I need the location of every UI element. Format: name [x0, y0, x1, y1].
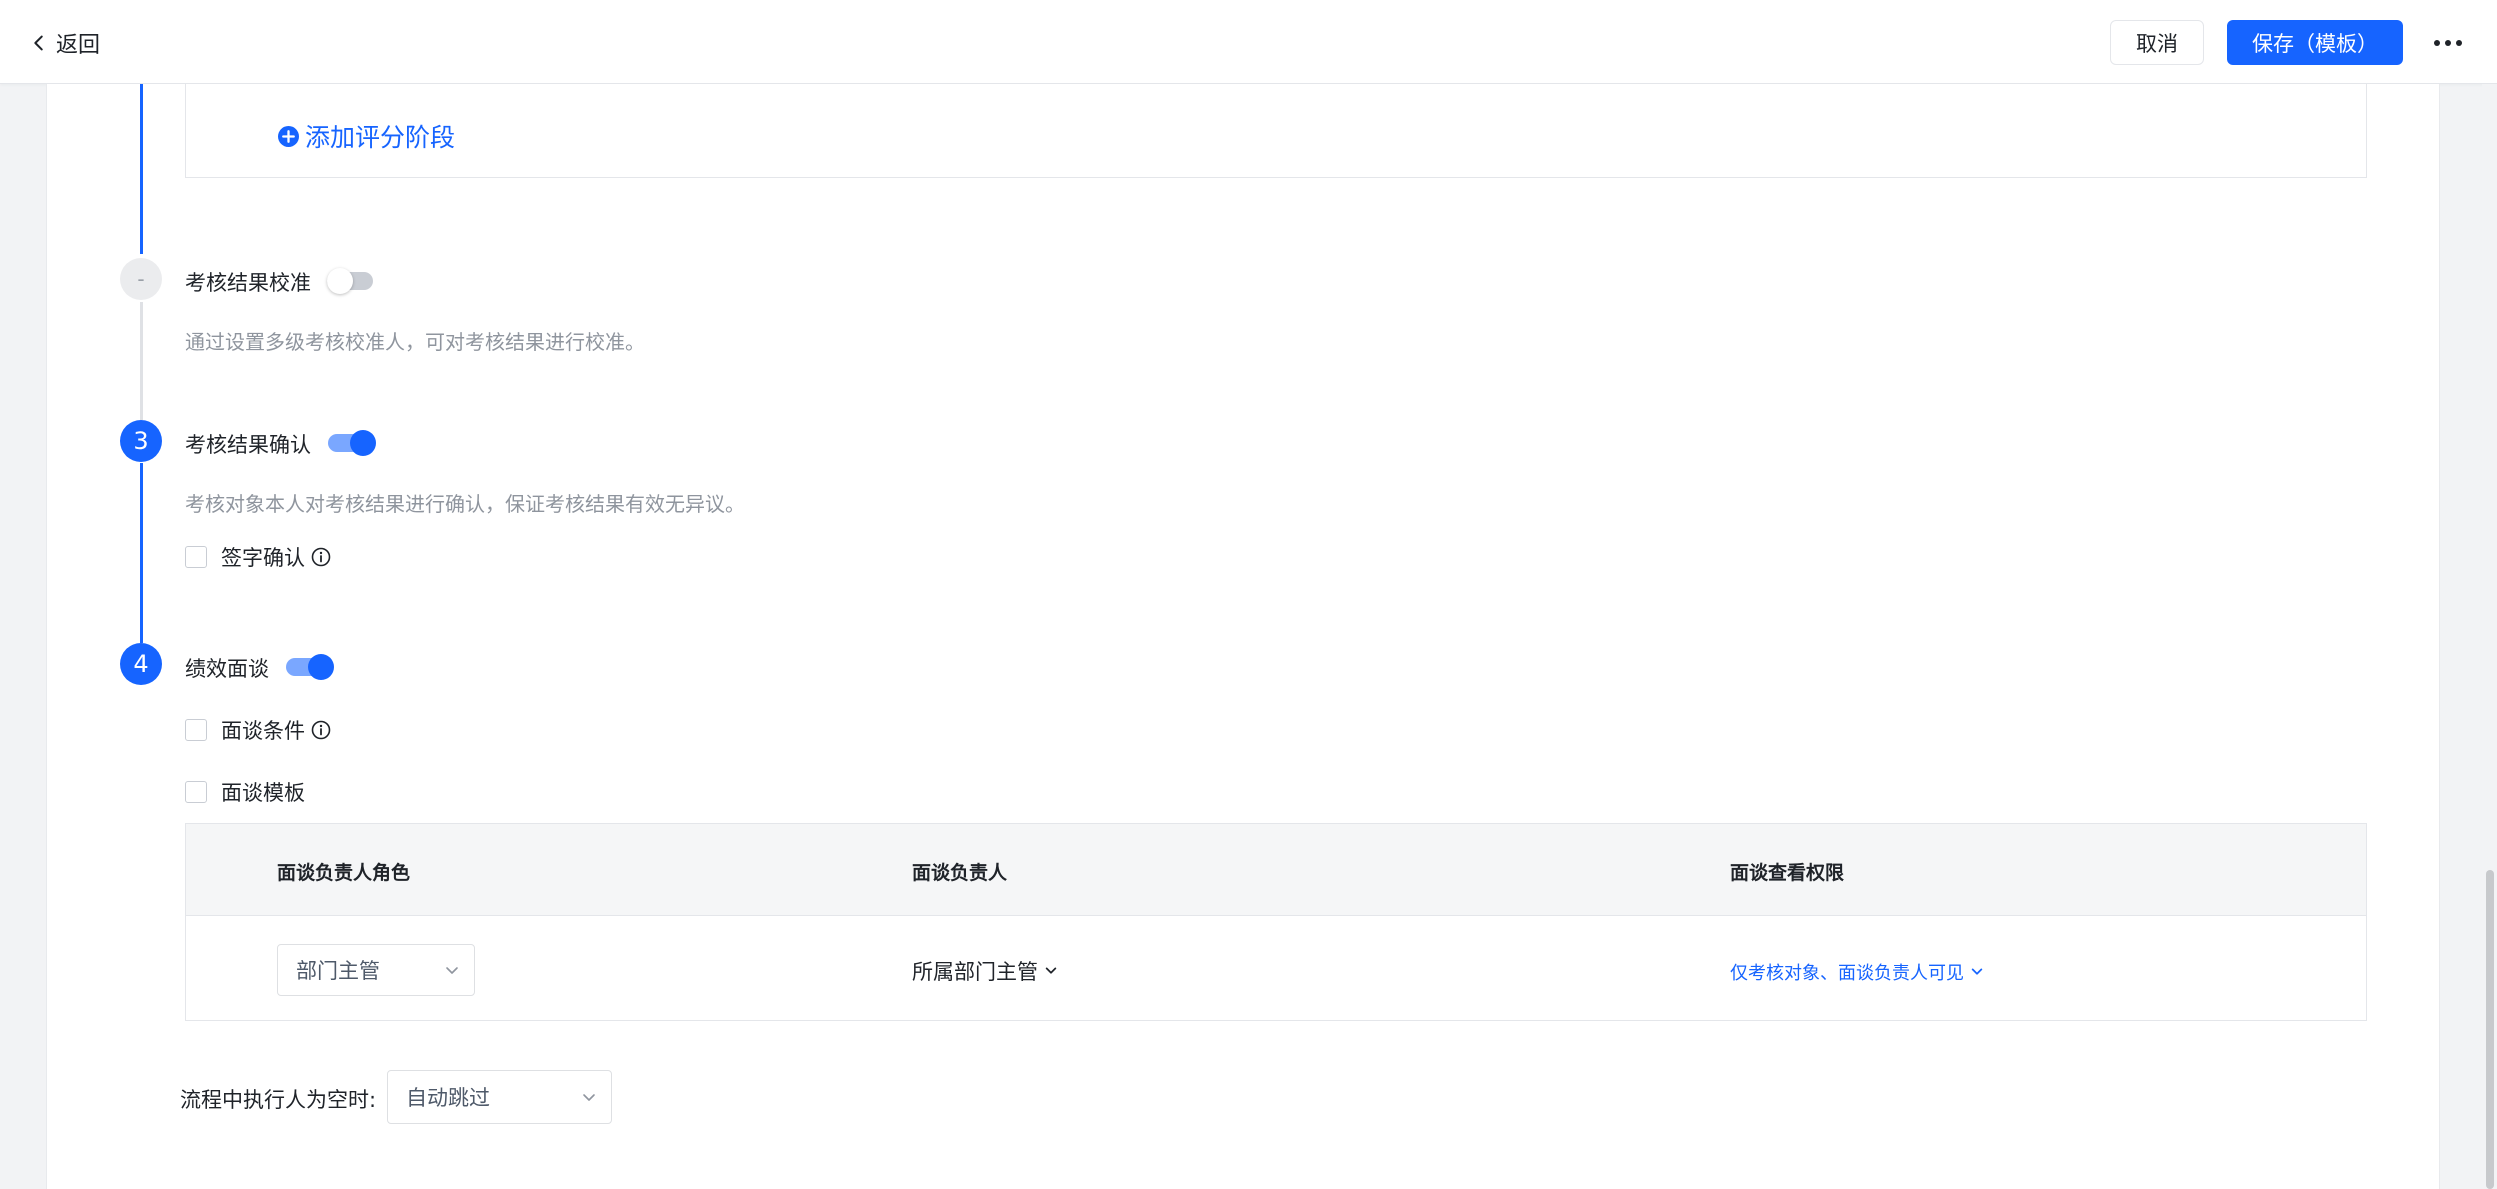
interview-condition-checkbox[interactable]: 面谈条件 — [185, 715, 331, 745]
confirmation-toggle[interactable] — [328, 430, 376, 456]
toggle-knob — [350, 430, 376, 456]
interview-toggle[interactable] — [286, 654, 334, 680]
chevron-left-icon — [34, 35, 43, 51]
stage-title-calibration: 考核结果校准 — [185, 271, 311, 295]
chevron-down-icon — [446, 967, 458, 974]
checkbox-box — [185, 719, 207, 741]
stage-node-confirmation: 3 — [120, 420, 162, 462]
chevron-down-icon — [1971, 968, 1983, 975]
chevron-down-icon — [583, 1094, 595, 1101]
toggle-knob — [308, 654, 334, 680]
timeline-line — [140, 84, 143, 254]
chevron-down-icon — [1045, 967, 1057, 974]
interview-owner-value: 所属部门主管 — [912, 960, 1038, 984]
interview-template-checkbox[interactable]: 面谈模板 — [185, 777, 305, 807]
table-header: 面谈负责人角色 面谈负责人 面谈查看权限 — [186, 824, 2366, 916]
interview-permission-dropdown[interactable]: 仅考核对象、面谈负责人可见 — [1730, 959, 1984, 985]
signature-confirm-checkbox[interactable]: 签字确认 — [185, 542, 331, 572]
back-label: 返回 — [56, 33, 101, 58]
column-header-role: 面谈负责人角色 — [277, 862, 411, 884]
settings-card — [46, 84, 2440, 1189]
back-button[interactable]: 返回 — [28, 26, 100, 60]
stage-description-confirmation: 考核对象本人对考核结果进行确认，保证考核结果有效无异议。 — [185, 492, 745, 516]
interview-owner-role-select[interactable]: 部门主管 — [277, 944, 475, 996]
timeline-line — [140, 463, 143, 643]
column-header-owner: 面谈负责人 — [912, 862, 1008, 884]
stage-title-confirmation: 考核结果确认 — [185, 433, 311, 457]
add-scoring-stage-label: 添加评分阶段 — [305, 123, 456, 152]
calibration-toggle[interactable] — [327, 268, 373, 294]
interview-table: 面谈负责人角色 面谈负责人 面谈查看权限 部门主管 所属部门主管 仅考核对象、面… — [185, 823, 2367, 1021]
interview-permission-value: 仅考核对象、面谈负责人可见 — [1730, 963, 1964, 984]
save-template-button[interactable]: 保存（模板） — [2227, 20, 2403, 65]
checkbox-box — [185, 781, 207, 803]
info-icon[interactable] — [311, 720, 331, 740]
stage-title-interview: 绩效面谈 — [185, 657, 269, 681]
info-icon[interactable] — [311, 547, 331, 567]
column-header-permission: 面谈查看权限 — [1730, 862, 1845, 884]
more-options-button[interactable] — [2428, 26, 2468, 60]
stage-node-interview: 4 — [120, 643, 162, 685]
interview-template-label: 面谈模板 — [221, 781, 305, 805]
cancel-button[interactable]: 取消 — [2110, 20, 2204, 65]
empty-executor-label: 流程中执行人为空时: — [180, 1088, 377, 1112]
select-value: 自动跳过 — [406, 1086, 490, 1110]
interview-owner-dropdown[interactable]: 所属部门主管 — [912, 956, 1058, 986]
empty-executor-select[interactable]: 自动跳过 — [387, 1070, 612, 1124]
stage-node-calibration: - — [120, 258, 162, 300]
plus-circle-icon — [278, 125, 299, 147]
interview-condition-label: 面谈条件 — [221, 719, 305, 743]
scoring-stages-box — [185, 84, 2367, 178]
select-value: 部门主管 — [296, 959, 380, 983]
scrollbar-thumb[interactable] — [2486, 870, 2494, 1189]
more-dots-icon — [2434, 40, 2462, 46]
signature-confirm-label: 签字确认 — [221, 546, 305, 570]
stage-description-calibration: 通过设置多级考核校准人，可对考核结果进行校准。 — [185, 330, 645, 354]
timeline-line — [140, 302, 143, 420]
toggle-knob — [327, 268, 353, 294]
top-bar: 返回 取消 保存（模板） — [0, 0, 2497, 84]
checkbox-box — [185, 546, 207, 568]
add-scoring-stage-button[interactable]: 添加评分阶段 — [278, 118, 455, 154]
